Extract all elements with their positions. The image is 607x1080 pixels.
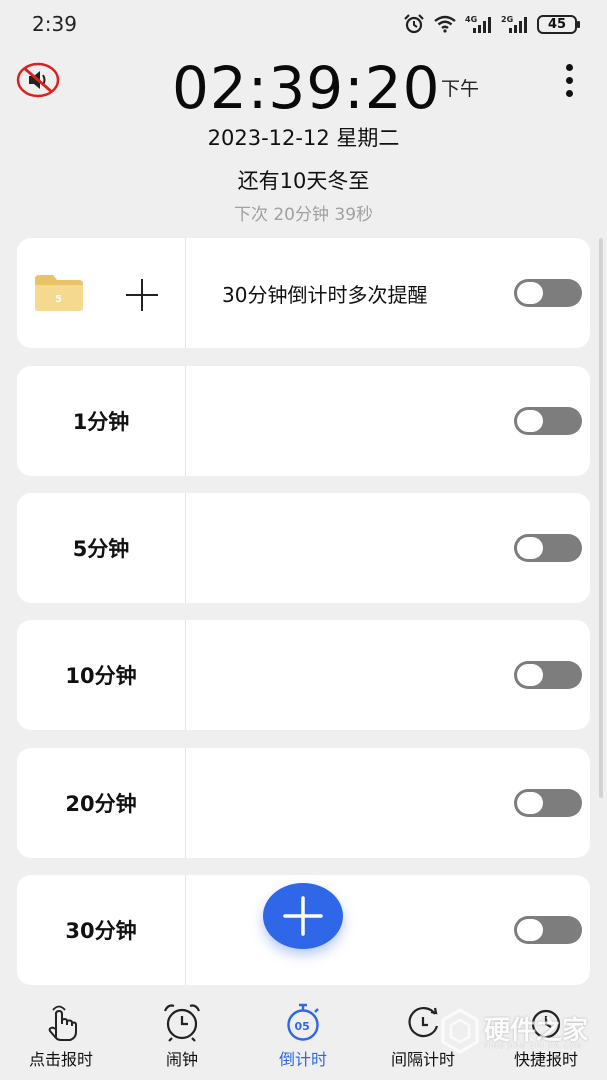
timer-card[interactable]: 20分钟 <box>17 748 590 858</box>
battery-indicator: 45 <box>537 14 580 34</box>
speaker-muted-icon <box>16 62 60 98</box>
timer-duration: 5分钟 <box>72 537 130 561</box>
timer-toggle[interactable] <box>514 661 582 689</box>
more-menu-button[interactable] <box>556 60 582 100</box>
nav-item-countdown[interactable]: 05 倒计时 <box>256 990 350 1080</box>
card-left: 5 <box>17 238 185 348</box>
status-bar: 2:39 4G 2G 45 <box>0 0 607 48</box>
signal-4g-icon: 4G <box>465 15 491 33</box>
stopwatch-icon: 05 <box>287 1003 319 1041</box>
current-time: 02:39:20 <box>172 54 441 122</box>
festival-countdown: 还有10天冬至 <box>237 169 370 193</box>
next-reminder: 下次 20分钟 39秒 <box>233 205 374 225</box>
tap-hand-icon <box>48 1005 77 1041</box>
timer-toggle[interactable] <box>514 279 582 307</box>
timer-title: 30分钟倒计时多次提醒 <box>222 282 428 307</box>
card-divider <box>185 238 186 348</box>
card-divider <box>185 366 186 476</box>
status-icons: 4G 2G 45 <box>403 12 580 36</box>
plus-icon <box>283 896 323 936</box>
timer-toggle[interactable] <box>514 407 582 435</box>
more-dot-icon <box>565 63 573 71</box>
timer-card[interactable]: 1分钟 <box>17 366 590 476</box>
status-time: 2:39 <box>32 12 77 36</box>
timer-duration: 20分钟 <box>65 792 137 816</box>
ampm-label: 下午 <box>441 78 480 100</box>
card-divider <box>185 493 186 603</box>
nav-item-alarm[interactable]: 闹钟 <box>135 990 229 1080</box>
card-divider <box>185 620 186 730</box>
watermark-logo-icon <box>441 1008 479 1054</box>
more-dot-icon <box>565 76 573 84</box>
card-divider <box>185 748 186 858</box>
add-timer-button[interactable] <box>263 883 343 949</box>
nav-label: 点击报时 <box>28 1050 93 1069</box>
timer-duration: 1分钟 <box>72 410 130 434</box>
timer-duration: 10分钟 <box>65 664 137 688</box>
card-divider <box>185 875 186 985</box>
timer-toggle[interactable] <box>514 534 582 562</box>
folder-count: 5 <box>55 294 62 305</box>
nav-label: 闹钟 <box>165 1050 198 1069</box>
net-2g-label: 2G <box>501 15 513 24</box>
interval-timer-icon <box>408 1007 439 1038</box>
nav-item-tap-announce[interactable]: 点击报时 <box>14 990 108 1080</box>
timer-group-card[interactable]: 5 30分钟倒计时多次提醒 <box>17 238 590 348</box>
signal-2g-icon: 2G <box>501 15 527 33</box>
mute-button[interactable] <box>16 60 60 100</box>
folder-icon[interactable]: 5 <box>35 275 83 311</box>
timer-toggle[interactable] <box>514 916 582 944</box>
scrollbar[interactable] <box>599 238 603 798</box>
watermark: 硬件之家 YING JIAN ZHI JIA.COM <box>440 1006 600 1056</box>
add-item-icon[interactable] <box>124 277 160 313</box>
current-date: 2023-12-12 星期二 <box>207 126 400 150</box>
alarm-clock-icon <box>163 1004 201 1042</box>
svg-text:05: 05 <box>295 1020 310 1033</box>
more-dot-icon <box>565 89 573 97</box>
timer-card[interactable]: 10分钟 <box>17 620 590 730</box>
timer-duration: 30分钟 <box>65 919 137 943</box>
nav-label: 倒计时 <box>278 1050 327 1069</box>
net-4g-label: 4G <box>465 15 477 24</box>
timer-toggle[interactable] <box>514 789 582 817</box>
wifi-icon <box>434 15 456 33</box>
watermark-subtext: YING JIAN ZHI JIA.COM <box>484 1042 583 1050</box>
alarm-status-icon <box>404 14 424 34</box>
timer-card[interactable]: 5分钟 <box>17 493 590 603</box>
